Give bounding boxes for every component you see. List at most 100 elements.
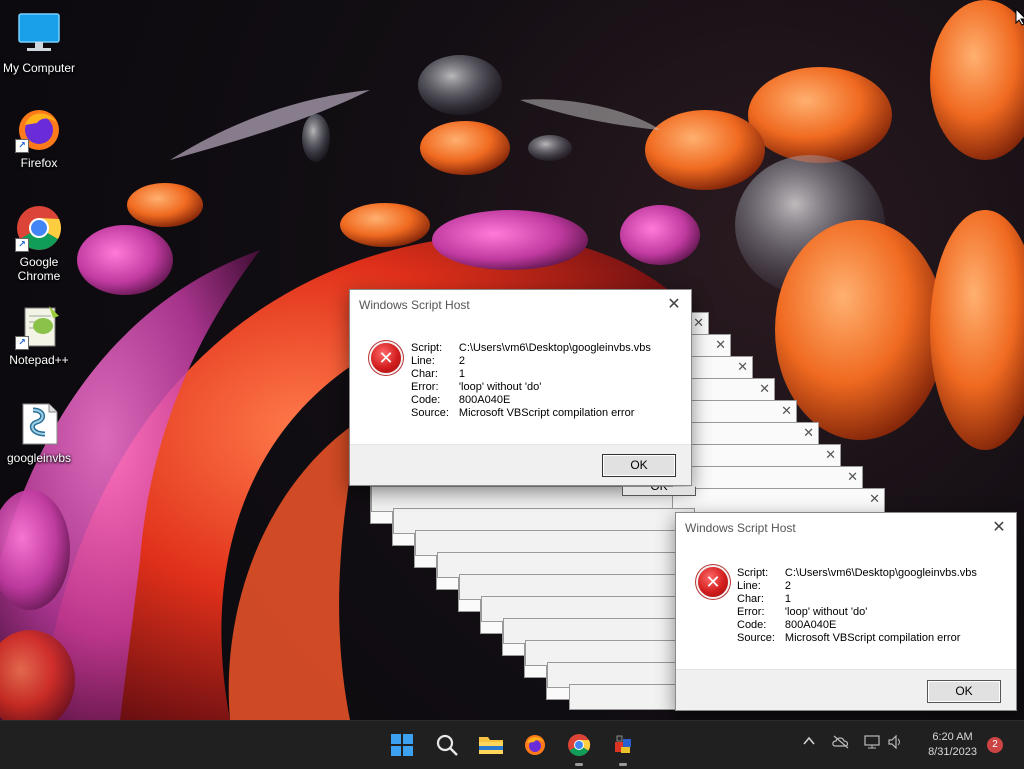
clock-time: 6:20 AM [932, 731, 973, 743]
file-explorer-button[interactable] [475, 729, 507, 761]
shortcut-arrow-icon: ↗ [15, 139, 29, 153]
dialog-body: ✕ Script: C:\Users\vm6\Desktop\googleinvb… [350, 320, 691, 444]
detail-label: Line: [411, 355, 435, 367]
detail-value: 800A040E [784, 619, 837, 631]
clock-date: 8/31/2023 [928, 746, 977, 758]
windows-start-icon [391, 734, 413, 756]
detail-row: Line: 2 [737, 580, 987, 593]
detail-label: Script: [737, 567, 769, 579]
running-indicator [575, 763, 583, 766]
detail-value: 'loop' without 'do' [784, 606, 868, 618]
ok-button[interactable]: OK [602, 454, 676, 477]
desktop-icon-label: My Computer [2, 61, 76, 75]
detail-label: Source: [411, 407, 449, 419]
taskbar-app-button[interactable] [607, 729, 639, 766]
network-icon[interactable] [864, 735, 882, 752]
desktop-icon-label: Google Chrome [17, 255, 61, 283]
detail-row: Code: 800A040E [411, 394, 661, 407]
detail-row: Script: C:\Users\vm6\Desktop\googleinvbs.… [737, 567, 987, 580]
detail-label: Source: [737, 632, 775, 644]
notification-badge[interactable]: 2 [987, 737, 1003, 753]
detail-label: Script: [411, 342, 443, 354]
error-dialog-primary[interactable]: Windows Script Host ✕ ✕ Script: C:\Users\… [349, 289, 692, 486]
detail-value: 'loop' without 'do' [458, 381, 542, 393]
close-icon: ✕ [803, 425, 814, 440]
vbs-script-file-icon [15, 400, 63, 448]
desktop-icon-googleinvbs[interactable]: googleinvbs [1, 400, 77, 465]
detail-value: C:\Users\vm6\Desktop\googleinvbs.vbs [458, 342, 651, 354]
dialog-title: Windows Script Host [685, 521, 796, 535]
script-host-app-icon [615, 735, 631, 753]
desktop-icon-notepad-plus-plus[interactable]: ↗ Notepad++ [1, 302, 77, 367]
detail-label: Error: [411, 381, 439, 393]
close-button[interactable]: ✕ [988, 517, 1010, 539]
error-dialog-secondary[interactable]: Windows Script Host ✕ ✕ Script: C:\Users\… [675, 512, 1017, 711]
shortcut-arrow-icon: ↗ [15, 336, 29, 350]
taskbar-chrome-button[interactable] [563, 729, 595, 766]
desktop-icon-label: googleinvbs [6, 451, 72, 465]
close-icon: ✕ [869, 491, 880, 506]
dialog-footer: OK [676, 669, 1016, 710]
close-icon: ✕ [847, 469, 858, 484]
detail-value: 1 [458, 368, 466, 380]
detail-row: Char: 1 [737, 593, 987, 606]
detail-label: Code: [737, 619, 767, 631]
detail-row: Code: 800A040E [737, 619, 987, 632]
mouse-cursor-icon [1015, 7, 1024, 31]
running-indicator [619, 763, 627, 766]
error-details: Script: C:\Users\vm6\Desktop\googleinvbs.… [411, 342, 661, 420]
desktop-icon-firefox[interactable]: ↗ Firefox [1, 105, 77, 170]
detail-row: Line: 2 [411, 355, 661, 368]
start-button[interactable] [386, 729, 418, 761]
folder-icon [479, 737, 503, 754]
error-icon: ✕ [371, 343, 401, 373]
detail-row: Char: 1 [411, 368, 661, 381]
detail-row: Source: Microsoft VBScript compilation er… [737, 632, 987, 645]
detail-row: Source: Microsoft VBScript compilation er… [411, 407, 661, 420]
shortcut-arrow-icon: ↗ [15, 238, 29, 252]
close-icon: ✕ [825, 447, 836, 462]
error-details: Script: C:\Users\vm6\Desktop\googleinvbs.… [737, 567, 987, 645]
detail-value: Microsoft VBScript compilation error [458, 407, 635, 419]
desktop-icon-google-chrome[interactable]: ↗ Google Chrome [1, 204, 77, 283]
dialog-titlebar[interactable]: Windows Script Host ✕ [350, 290, 691, 320]
desktop-icon-label: Firefox [20, 156, 58, 170]
firefox-icon [525, 735, 545, 755]
detail-value: C:\Users\vm6\Desktop\googleinvbs.vbs [784, 567, 977, 579]
detail-value: 2 [784, 580, 792, 592]
taskbar-firefox-button[interactable] [519, 729, 551, 761]
detail-label: Char: [737, 593, 764, 605]
dialog-titlebar[interactable]: Windows Script Host ✕ [676, 513, 1016, 543]
detail-value: 2 [458, 355, 466, 367]
detail-row: Error: 'loop' without 'do' [411, 381, 661, 394]
desktop-icon-my-computer[interactable]: My Computer [1, 10, 77, 75]
chrome-icon: ↗ [15, 204, 63, 252]
clock[interactable]: 6:20 AM 8/31/2023 [928, 730, 977, 760]
taskbar: 6:20 AM 8/31/2023 2 [0, 720, 1024, 769]
dialog-body: ✕ Script: C:\Users\vm6\Desktop\googleinvb… [676, 543, 1016, 669]
detail-label: Error: [737, 606, 765, 618]
notepad-plus-plus-icon: ↗ [15, 302, 63, 350]
close-icon: ✕ [715, 337, 726, 352]
show-hidden-icons-chevron-icon[interactable] [802, 734, 816, 751]
detail-value: 1 [784, 593, 792, 605]
firefox-icon: ↗ [15, 105, 63, 153]
search-button[interactable] [431, 729, 463, 761]
dialog-title: Windows Script Host [359, 298, 470, 312]
close-icon: ✕ [693, 315, 704, 330]
dialog-footer: OK [350, 444, 691, 485]
detail-value: Microsoft VBScript compilation error [784, 632, 961, 644]
close-icon: ✕ [781, 403, 792, 418]
detail-row: Error: 'loop' without 'do' [737, 606, 987, 619]
desktop-icon-label: Notepad++ [9, 353, 69, 367]
chrome-icon [568, 734, 591, 756]
detail-label: Line: [737, 580, 761, 592]
search-icon [436, 734, 458, 756]
onedrive-off-icon[interactable] [832, 735, 850, 752]
detail-label: Code: [411, 394, 441, 406]
close-button[interactable]: ✕ [663, 294, 685, 316]
detail-label: Char: [411, 368, 438, 380]
ok-button[interactable]: OK [927, 680, 1001, 703]
volume-icon[interactable] [888, 734, 904, 752]
close-icon: ✕ [737, 359, 748, 374]
